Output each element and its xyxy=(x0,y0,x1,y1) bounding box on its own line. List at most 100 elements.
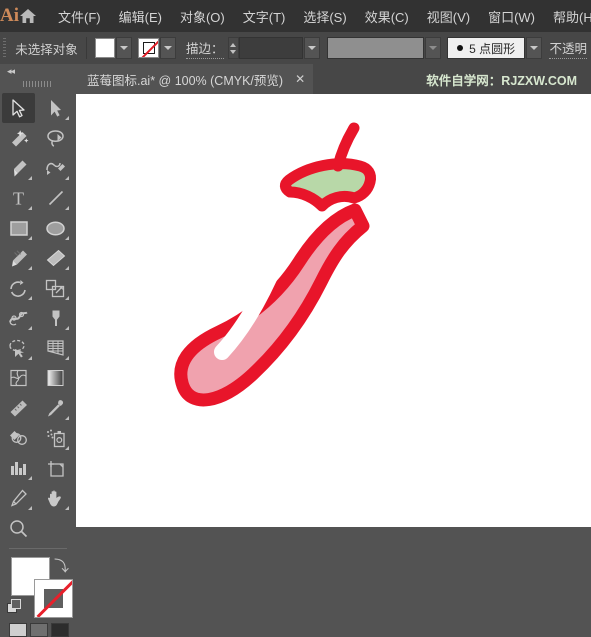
stroke-weight-stepper[interactable] xyxy=(227,37,239,59)
scale-tool-icon xyxy=(45,279,65,297)
stroke-weight-dropdown[interactable] xyxy=(304,37,321,59)
tools-panel-divider xyxy=(9,548,67,549)
tool-scale[interactable] xyxy=(39,273,72,303)
tool-flyout-indicator xyxy=(28,206,32,210)
tool-flyout-indicator xyxy=(28,266,32,270)
tool-pen[interactable] xyxy=(2,153,35,183)
tool-symbol-sprayer[interactable] xyxy=(39,423,72,453)
brush-definition-dropdown[interactable] xyxy=(526,37,542,59)
tool-curvature[interactable] xyxy=(39,153,72,183)
stroke-weight-input[interactable] xyxy=(238,37,304,59)
menu-item-help[interactable]: 帮助(H) xyxy=(544,3,591,30)
control-bar-grip[interactable] xyxy=(0,32,9,64)
tool-selection[interactable] xyxy=(2,93,35,123)
width-tool-icon xyxy=(9,311,28,326)
document-tab-bar: 蓝莓图标.ai* @ 100% (CMYK/预览) ✕ 软件自学网：RJZXW.… xyxy=(76,64,591,94)
menu-item-file[interactable]: 文件(F) xyxy=(49,3,110,30)
tool-free-transform[interactable] xyxy=(39,303,72,333)
tool-flyout-indicator xyxy=(28,296,32,300)
menu-item-window[interactable]: 窗口(W) xyxy=(479,3,544,30)
fill-swatch-dropdown[interactable] xyxy=(116,37,132,59)
watermark-text: 软件自学网：RJZXW.COM xyxy=(426,73,577,88)
tool-eyedropper[interactable] xyxy=(2,393,35,423)
tool-blend[interactable] xyxy=(2,423,35,453)
chili-pepper-illustration[interactable] xyxy=(76,94,591,527)
stroke-profile-input[interactable] xyxy=(326,37,424,59)
shaper-tool-icon xyxy=(46,249,65,267)
tool-lasso[interactable] xyxy=(39,123,72,153)
artboard-tool-icon xyxy=(47,460,64,477)
tool-flyout-indicator xyxy=(28,236,32,240)
measure-tool-icon xyxy=(10,400,27,416)
column-graph-tool-icon xyxy=(10,462,26,475)
tool-zoom[interactable] xyxy=(2,513,35,543)
direct-selection-tool-icon xyxy=(51,99,61,117)
type-tool-icon: T xyxy=(13,189,24,207)
pepper-body xyxy=(174,203,370,407)
tool-gradient[interactable] xyxy=(39,363,72,393)
home-icon[interactable] xyxy=(19,0,37,32)
tool-slice[interactable] xyxy=(2,483,35,513)
opacity-label[interactable]: 不透明 xyxy=(549,38,587,59)
chevron-down-icon xyxy=(530,46,539,50)
tool-shaper[interactable] xyxy=(39,243,72,273)
tool-line-segment[interactable] xyxy=(39,183,72,213)
tool-direct-selection[interactable] xyxy=(39,93,72,123)
document-canvas[interactable] xyxy=(76,94,591,527)
tool-artboard[interactable] xyxy=(39,453,72,483)
tool-flyout-indicator xyxy=(65,296,69,300)
tools-panel-header: ◂◂ xyxy=(0,64,76,78)
brush-definition-field[interactable]: 5 点圆形 xyxy=(447,37,526,59)
chevron-down-icon xyxy=(120,46,129,50)
hand-tool-icon xyxy=(48,490,61,506)
document-tab-title: 蓝莓图标.ai* @ 100% (CMYK/预览) xyxy=(87,73,284,88)
default-front-square xyxy=(11,599,21,609)
stroke-weight-label[interactable]: 描边： xyxy=(186,38,224,59)
document-tab[interactable]: 蓝莓图标.ai* @ 100% (CMYK/预览) ✕ xyxy=(76,64,314,94)
menu-item-object[interactable]: 对象(O) xyxy=(171,3,234,30)
tool-mesh[interactable] xyxy=(2,363,35,393)
stroke-color-swatch[interactable] xyxy=(138,38,159,58)
color-mode-gradient[interactable] xyxy=(30,623,48,637)
tool-flyout-indicator xyxy=(65,176,69,180)
tool-shape-builder[interactable] xyxy=(2,333,35,363)
tool-width[interactable] xyxy=(2,303,35,333)
tool-eyedropper-pen[interactable] xyxy=(39,393,72,423)
menu-item-effect[interactable]: 效果(C) xyxy=(356,3,418,30)
tool-list: T xyxy=(0,90,76,543)
tool-flyout-indicator xyxy=(28,506,32,510)
pepper-leaf xyxy=(279,158,376,212)
menu-item-view[interactable]: 视图(V) xyxy=(418,3,479,30)
tools-panel-grip[interactable] xyxy=(0,78,76,90)
app-logo: Ai xyxy=(0,5,19,26)
tool-hand[interactable] xyxy=(39,483,72,513)
stepper-down-icon xyxy=(230,49,237,54)
menu-item-edit[interactable]: 编辑(E) xyxy=(110,3,171,30)
color-mode-color[interactable] xyxy=(9,623,27,637)
selection-tool-icon xyxy=(12,98,25,117)
tool-perspective-grid[interactable] xyxy=(39,333,72,363)
close-icon[interactable]: ✕ xyxy=(295,73,305,85)
shape-builder-tool-icon xyxy=(9,339,25,357)
tool-magic-wand[interactable] xyxy=(2,123,35,153)
tool-flyout-indicator xyxy=(28,476,32,480)
color-mode-none[interactable] xyxy=(51,623,69,637)
stroke-swatch-large[interactable] xyxy=(34,579,73,618)
tool-type[interactable]: T xyxy=(2,183,35,213)
tool-column-graph[interactable] xyxy=(2,453,35,483)
default-fill-stroke-icon[interactable] xyxy=(7,599,22,614)
collapse-panel-icon[interactable]: ◂◂ xyxy=(7,66,15,77)
lasso-tool-icon xyxy=(47,129,64,147)
tool-rectangle[interactable] xyxy=(2,213,35,243)
menu-item-type[interactable]: 文字(T) xyxy=(234,3,295,30)
stroke-swatch-dropdown[interactable] xyxy=(159,37,176,59)
tool-rotate[interactable] xyxy=(2,273,35,303)
menu-item-select[interactable]: 选择(S) xyxy=(294,3,355,30)
tool-ellipse[interactable] xyxy=(39,213,72,243)
mesh-tool-icon xyxy=(10,369,27,387)
swap-fill-stroke-icon[interactable]: ⤵ xyxy=(54,555,69,576)
fill-color-swatch[interactable] xyxy=(94,38,116,58)
tool-paintbrush[interactable] xyxy=(2,243,35,273)
stroke-profile-dropdown[interactable] xyxy=(424,37,441,59)
curvature-tool-icon xyxy=(46,162,65,175)
